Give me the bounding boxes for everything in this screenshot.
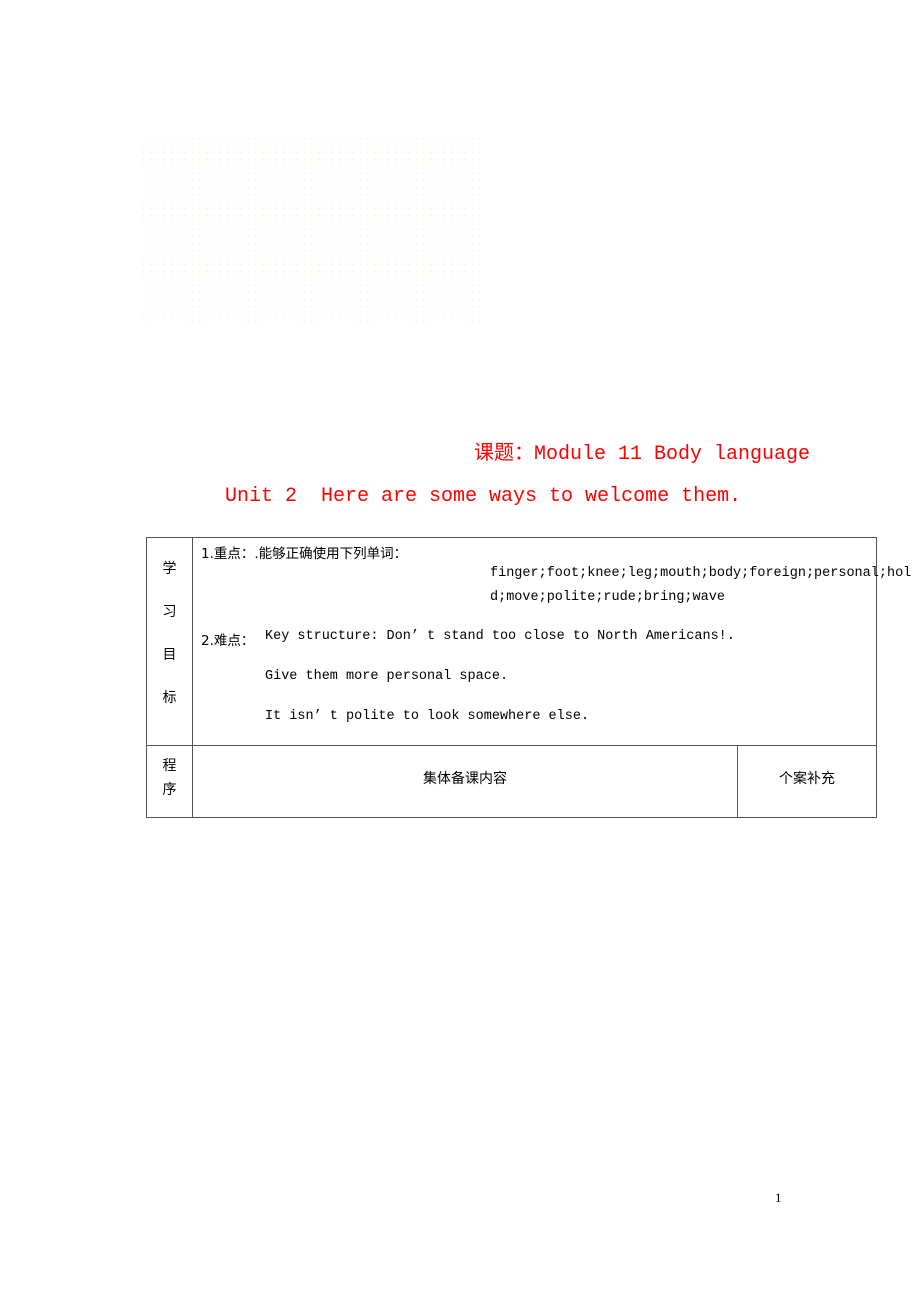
learning-goals-content: 1.重点：.能够正确使用下列单词： finger;foot;knee;leg;m… — [192, 537, 911, 746]
collective-header-text: 集体备课内容 — [423, 771, 507, 787]
label-char: 序 — [162, 782, 177, 798]
individual-header-text: 个案补充 — [779, 771, 835, 787]
procedure-row: 程 序 集体备课内容 个案补充 — [146, 745, 877, 818]
label-char: 习 — [162, 604, 177, 620]
label-char: 目 — [162, 647, 177, 663]
faint-watermark — [140, 135, 480, 325]
difficulty-line-1: Key structure: Don’ t stand too close to… — [265, 629, 735, 644]
learning-goals-row: 学 习 目 标 1.重点：.能够正确使用下列单词： finger;foot;kn… — [146, 537, 911, 746]
vocab-line-1: finger;foot;knee;leg;mouth;body;foreign;… — [490, 566, 912, 581]
unit-title: Unit 2 Here are some ways to welcome the… — [225, 485, 742, 508]
difficulty-line-3: It isn’ t polite to look somewhere else. — [265, 709, 590, 724]
difficulty-label: 2.难点： — [201, 633, 255, 649]
label-char: 学 — [162, 561, 177, 577]
key-points-label: 1.重点：.能够正确使用下列单词： — [201, 546, 408, 562]
learning-goals-label: 学 习 目 标 — [146, 537, 193, 746]
lesson-topic-title: 课题：Module 11 Body language — [474, 443, 811, 466]
vocab-line-2: d;move;polite;rude;bring;wave — [490, 590, 725, 605]
lesson-plan-table: 学 习 目 标 1.重点：.能够正确使用下列单词： finger;foot;kn… — [146, 537, 911, 818]
collective-content-header: 集体备课内容 — [192, 745, 738, 818]
difficulty-line-2: Give them more personal space. — [265, 669, 509, 684]
label-char: 程 — [162, 758, 177, 774]
label-char: 标 — [162, 690, 177, 706]
page-number: 1 — [775, 1190, 782, 1205]
individual-supplement-header: 个案补充 — [737, 745, 877, 818]
procedure-label: 程 序 — [146, 745, 193, 818]
